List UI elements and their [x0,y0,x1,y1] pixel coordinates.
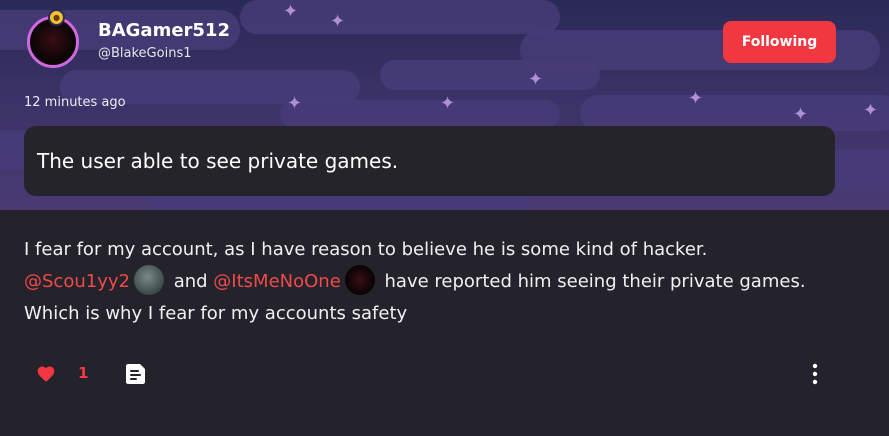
post-title-box: The user able to see private games. [24,126,835,196]
author-handle[interactable]: @BlakeGoins1 [98,46,191,61]
star-icon: ✦ [330,11,346,32]
star-icon: ✦ [287,93,303,114]
star-icon: ✦ [283,1,299,22]
mention-link-itsmenoone[interactable]: @ItsMeNoOne [213,271,340,292]
post-body-text: I fear for my account, as I have reason … [24,239,708,260]
post-body-text: and [173,271,208,292]
following-button[interactable]: Following [723,21,836,63]
star-icon: ✦ [688,88,704,109]
post-actions: 1 [0,355,889,395]
post-timestamp: 12 minutes ago [24,95,126,110]
author-display-name[interactable]: BAGamer512 [98,20,230,41]
star-icon: ✦ [440,93,456,114]
post-title: The user able to see private games. [37,149,399,173]
mention-avatar[interactable] [133,265,164,295]
post-body: I fear for my account, as I have reason … [24,234,864,330]
more-vertical-icon[interactable] [810,363,820,385]
mention-link-scou1yy2[interactable]: @Scou1yy2 [24,271,130,292]
star-icon: ✦ [863,100,879,121]
mention-avatar[interactable] [344,265,375,295]
lock-badge-icon: ● [48,9,65,26]
like-count: 1 [78,364,89,382]
star-icon: ✦ [793,104,809,125]
share-icon[interactable] [125,362,147,386]
star-icon: ✦ [528,69,544,90]
heart-icon[interactable] [36,364,56,384]
